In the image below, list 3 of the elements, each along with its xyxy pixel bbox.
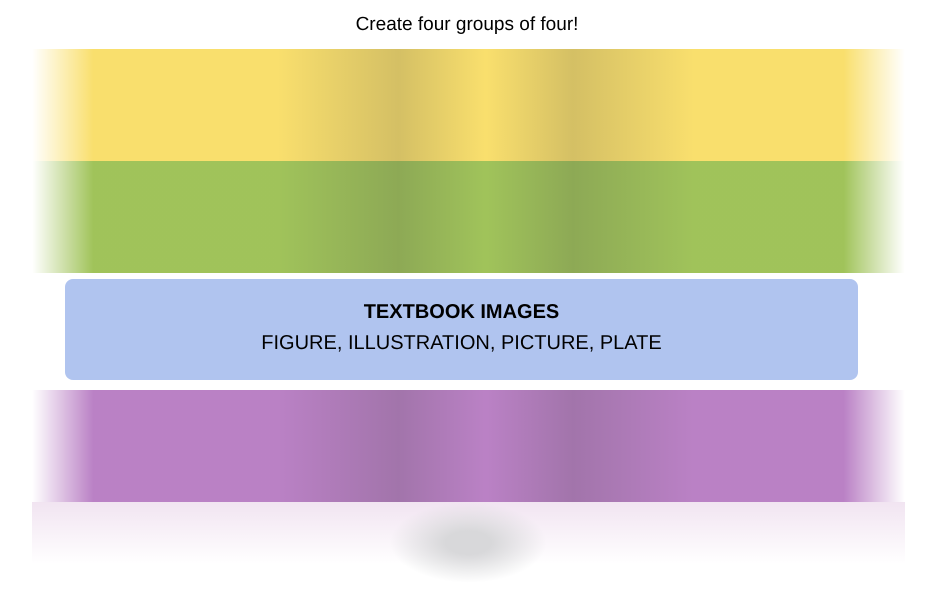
instructions-text: Create four groups of four! <box>356 13 578 37</box>
group-members: FIGURE, ILLUSTRATION, PICTURE, PLATE <box>261 331 662 356</box>
category-title: TEXTBOOK IMAGES <box>364 300 560 324</box>
